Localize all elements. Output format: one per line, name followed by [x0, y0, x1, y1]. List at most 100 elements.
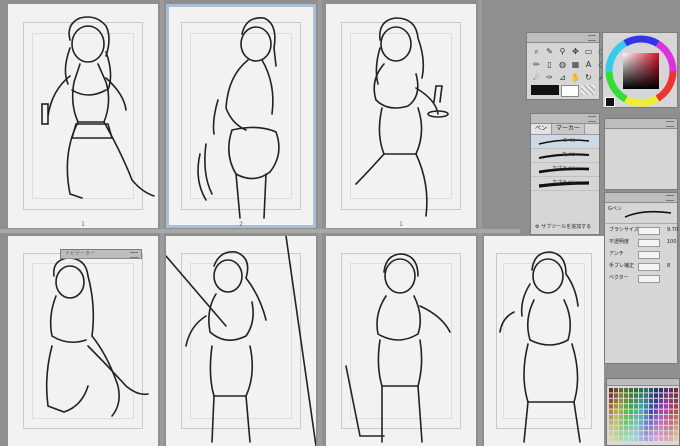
property-row[interactable]: ベクター	[605, 272, 677, 284]
grip-icon[interactable]	[666, 121, 674, 127]
property-slider[interactable]	[638, 251, 660, 259]
property-row[interactable]: 不透明度 100	[605, 236, 677, 248]
brush-label: カブラペン	[551, 166, 577, 172]
grip-icon[interactable]	[130, 252, 138, 258]
brush-item[interactable]: カブラペン	[531, 177, 599, 191]
fill-icon[interactable]: ◍	[557, 59, 568, 70]
property-slider[interactable]	[638, 275, 660, 283]
brush-item[interactable]: カブラペン	[531, 163, 599, 177]
ruler-icon[interactable]: ⊿	[557, 72, 568, 83]
brush-icon[interactable]: ✏	[531, 59, 542, 70]
add-subtool-link[interactable]: ⚙ サブツールを追加する	[535, 223, 591, 230]
palette-swatch	[609, 415, 613, 420]
property-label: ブラシサイズ	[609, 227, 639, 233]
text-icon[interactable]: A	[583, 59, 594, 70]
brush-item[interactable]: Gペン	[531, 135, 599, 149]
palette-swatch	[644, 415, 648, 420]
palette-swatch	[644, 409, 648, 414]
grip-icon[interactable]	[588, 35, 596, 41]
tool-property-panel[interactable]: Gペン ブラシサイズ 9.70 不透明度 100 アンチ 手ブレ補正 8 ベクター	[604, 192, 678, 364]
palette-swatch	[664, 425, 668, 431]
color-swatch-grid[interactable]	[607, 386, 679, 444]
grip-icon[interactable]	[588, 116, 596, 122]
palette-swatch	[614, 420, 618, 425]
brush-item[interactable]: 丸ペン	[531, 149, 599, 163]
palette-swatch	[659, 431, 663, 436]
row-divider	[0, 229, 520, 233]
layer-property-panel[interactable]	[604, 118, 678, 190]
navigator-window[interactable]: ナビゲーター	[60, 249, 142, 259]
manga-page-thumbnail-6[interactable]	[326, 236, 476, 446]
palette-swatch	[639, 425, 643, 431]
property-slider[interactable]	[638, 239, 660, 247]
eyedropper-icon[interactable]: ⚲	[557, 46, 568, 57]
palette-swatch	[609, 431, 613, 436]
palette-swatch	[674, 388, 678, 393]
palette-swatch	[659, 388, 663, 393]
palette-swatch	[654, 404, 658, 409]
property-row[interactable]: 手ブレ補正 8	[605, 260, 677, 272]
property-row[interactable]: アンチ	[605, 248, 677, 260]
palette-swatch	[654, 425, 658, 431]
manga-page-thumbnail-4[interactable]	[8, 236, 158, 446]
palette-swatch	[634, 409, 638, 414]
manga-page-thumbnail-1[interactable]: 1	[8, 4, 158, 228]
palette-swatch	[649, 398, 653, 404]
property-value: 9.70	[667, 227, 679, 233]
gradient-icon[interactable]: ▦	[570, 59, 581, 70]
manga-page-thumbnail-3[interactable]: 1	[326, 4, 476, 228]
property-row[interactable]: ブラシサイズ 9.70	[605, 224, 679, 236]
property-slider[interactable]	[638, 227, 660, 235]
tool-panel[interactable]: ⌕✎⚲✥▭◌✏▯◍▦A◇☄✑⊿✋↻➚	[526, 32, 605, 100]
transparent-color-swatch[interactable]	[581, 85, 595, 95]
move-icon[interactable]: ✥	[570, 46, 581, 57]
color-set-palette[interactable]	[606, 378, 680, 446]
rotate-icon[interactable]: ↻	[583, 72, 594, 83]
tab-marker[interactable]: マーカー	[552, 124, 586, 134]
palette-swatch	[614, 393, 618, 398]
palette-swatch	[669, 425, 673, 431]
color-wheel-panel[interactable]	[602, 32, 678, 108]
palette-swatch	[649, 420, 653, 425]
property-slider[interactable]	[638, 263, 660, 271]
zoom-icon[interactable]: ⌕	[531, 46, 542, 57]
palette-swatch	[659, 398, 663, 404]
palette-swatch	[634, 393, 638, 398]
property-label: 手ブレ補正	[609, 263, 635, 269]
blend-icon[interactable]: ☄	[531, 72, 542, 83]
palette-swatch	[669, 409, 673, 414]
page-number: 2	[239, 221, 243, 228]
select-icon[interactable]: ▭	[583, 46, 594, 57]
subtool-panel[interactable]: ペン マーカー Gペン 丸ペン カブラペン カブラペン ⚙ サブツールを追加する	[530, 113, 600, 235]
property-rows: ブラシサイズ 9.70 不透明度 100 アンチ 手ブレ補正 8 ベクター	[605, 224, 679, 284]
palette-swatch	[624, 393, 628, 398]
palette-swatch	[644, 425, 648, 431]
palette-swatch	[639, 431, 643, 436]
property-label: ベクター	[609, 275, 629, 281]
marker-icon[interactable]: ✑	[544, 72, 555, 83]
brush-list: Gペン 丸ペン カブラペン カブラペン	[531, 135, 599, 191]
manga-page-thumbnail-2-selected[interactable]: 2	[166, 4, 316, 228]
hand-icon[interactable]: ✋	[570, 72, 581, 83]
palette-swatch	[664, 393, 668, 398]
brush-label: カブラペン	[551, 180, 577, 186]
palette-swatch	[674, 398, 678, 404]
palette-swatch	[664, 436, 668, 441]
manga-page-thumbnail-5[interactable]	[166, 236, 316, 446]
palette-swatch	[629, 404, 633, 409]
palette-swatch	[659, 425, 663, 431]
pen-icon[interactable]: ✎	[544, 46, 555, 57]
sub-color-swatch[interactable]	[561, 85, 579, 97]
tab-pen[interactable]: ペン	[531, 124, 553, 134]
palette-swatch	[669, 436, 673, 441]
sketch-figure	[45, 257, 149, 417]
palette-swatch	[659, 436, 663, 441]
eraser-icon[interactable]: ▯	[544, 59, 555, 70]
manga-page-thumbnail-7[interactable]	[484, 236, 604, 446]
palette-swatch	[664, 409, 668, 414]
main-color-swatch[interactable]	[531, 85, 559, 95]
grip-icon[interactable]	[666, 195, 674, 201]
palette-swatch	[644, 420, 648, 425]
palette-swatch	[664, 420, 668, 425]
palette-swatch	[629, 436, 633, 441]
